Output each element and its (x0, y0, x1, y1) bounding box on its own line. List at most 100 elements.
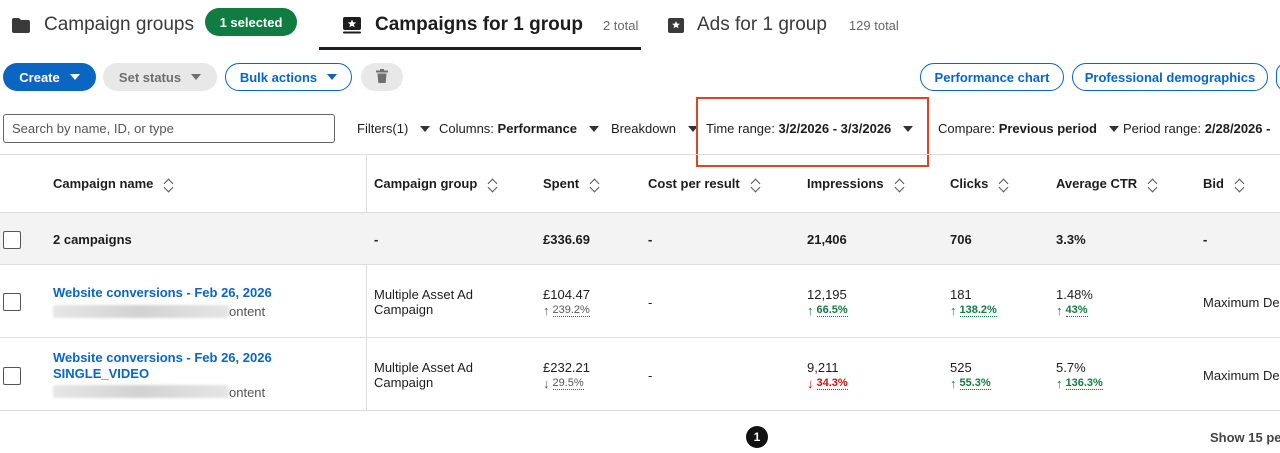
impressions-delta: ↑ 66.5% (807, 303, 848, 318)
columns-dropdown[interactable]: Columns: Performance (439, 114, 600, 143)
clicks-delta: ↑ 138.2% (950, 303, 997, 318)
row-checkbox[interactable] (3, 367, 21, 385)
breakdown-dropdown[interactable]: Breakdown (611, 114, 699, 143)
filters-label: Filters(1) (357, 121, 409, 136)
sort-icon (163, 177, 174, 192)
ad-icon (667, 17, 685, 33)
column-header-label: Impressions (807, 176, 884, 191)
chevron-down-icon (1108, 125, 1119, 132)
page-1-button[interactable]: 1 (746, 426, 768, 448)
selected-badge[interactable]: 1 selected (205, 8, 297, 36)
delta-value: 138.2% (959, 304, 997, 317)
summary-ctr: 3.3% (1056, 232, 1086, 247)
ctr-cell: 5.7% (1056, 360, 1086, 375)
performance-chart-label: Performance chart (934, 69, 1050, 85)
delta-value: 43% (1065, 304, 1088, 317)
create-button-label: Create (19, 69, 60, 85)
sort-icon (589, 177, 600, 192)
set-status-button[interactable]: Set status (103, 63, 217, 91)
column-header-spent[interactable]: Spent (543, 176, 600, 192)
delta-value: 136.3% (1065, 377, 1103, 390)
columns-value: Performance (497, 121, 578, 136)
campaign-subtitle: ontent (229, 385, 266, 400)
performance-chart-button[interactable]: Performance chart (920, 63, 1064, 91)
delta-value: 66.5% (816, 304, 848, 317)
tab-campaigns-label: Campaigns for 1 group (375, 14, 583, 35)
ctr-delta: ↑ 136.3% (1056, 376, 1103, 391)
create-button[interactable]: Create (3, 63, 96, 91)
tab-campaign-groups-label: Campaign groups (44, 14, 194, 35)
redacted-text (53, 305, 229, 318)
column-header-label: Spent (543, 176, 580, 191)
campaign-group-cell-line2: Campaign (374, 302, 434, 317)
row-border (0, 337, 1280, 338)
redacted-text (53, 385, 229, 398)
campaign-name-link[interactable]: Website conversions - Feb 26, 2026 (53, 350, 272, 365)
folder-icon (12, 17, 30, 33)
campaign-name-link-line2[interactable]: SINGLE_VIDEO (53, 366, 149, 381)
period-range-dropdown[interactable]: Period range: 2/28/2026 - (1123, 114, 1270, 143)
impressions-cell: 9,211 (807, 360, 839, 375)
bid-cell: Maximum Del (1203, 368, 1280, 383)
sort-icon (487, 177, 498, 192)
chevron-down-icon (589, 125, 600, 132)
column-header-campaign-name[interactable]: Campaign name (53, 176, 174, 192)
time-range-highlight (696, 97, 929, 167)
summary-clicks: 706 (950, 232, 972, 247)
summary-cost-per-result: - (648, 232, 653, 247)
campaign-name-link[interactable]: Website conversions - Feb 26, 2026 (53, 285, 272, 300)
column-header-cost-per-result[interactable]: Cost per result (648, 176, 761, 192)
compare-value: Previous period (998, 121, 1097, 136)
summary-row-bg (0, 213, 1280, 264)
tab-ads-count: 129 total (848, 17, 899, 33)
column-header-campaign-group[interactable]: Campaign group (374, 176, 498, 192)
sort-icon (894, 177, 905, 192)
professional-demographics-label: Professional demographics (1084, 69, 1256, 85)
period-range-label: Period range: (1123, 121, 1202, 136)
ctr-delta: ↑ 43% (1056, 303, 1088, 318)
campaign-group-cell: Multiple Asset Ad (374, 287, 473, 302)
tab-campaign-groups[interactable]: Campaign groups (12, 0, 194, 50)
columns-label: Columns: (439, 121, 494, 136)
row-checkbox[interactable] (3, 293, 21, 311)
select-all-checkbox[interactable] (3, 231, 21, 249)
summary-name: 2 campaigns (53, 232, 132, 247)
column-header-bid[interactable]: Bid (1203, 176, 1245, 192)
search-input[interactable] (3, 114, 335, 143)
row-border (0, 264, 1280, 265)
more-toolbar-button[interactable] (1276, 63, 1280, 91)
chevron-down-icon (420, 125, 431, 132)
column-header-clicks[interactable]: Clicks (950, 176, 1009, 192)
clicks-cell: 525 (950, 360, 972, 375)
row-border (0, 410, 1280, 411)
compare-dropdown[interactable]: Compare: Previous period (938, 114, 1119, 143)
breakdown-label: Breakdown (611, 121, 677, 136)
filters-dropdown[interactable]: Filters(1) (357, 114, 431, 143)
column-header-average-ctr[interactable]: Average CTR (1056, 176, 1158, 192)
bid-cell: Maximum Del (1203, 295, 1280, 310)
active-tab-indicator (319, 47, 641, 50)
summary-group: - (374, 232, 379, 247)
professional-demographics-button[interactable]: Professional demographics (1072, 63, 1268, 91)
trash-icon (376, 68, 388, 86)
column-header-impressions[interactable]: Impressions (807, 176, 905, 192)
campaign-group-cell-line2: Campaign (374, 375, 434, 390)
page-size-selector[interactable]: Show 15 pe (1210, 430, 1280, 445)
impressions-cell: 12,195 (807, 287, 847, 302)
bulk-actions-button[interactable]: Bulk actions (225, 63, 352, 91)
sort-icon (998, 177, 1009, 192)
column-header-label: Average CTR (1056, 176, 1138, 191)
tab-campaigns[interactable]: Campaigns for 1 group 2 total (343, 0, 638, 50)
column-header-label: Bid (1203, 176, 1224, 191)
delta-value: 239.2% (552, 304, 590, 317)
spent-cell: £232.21 (543, 360, 590, 375)
tab-ads[interactable]: Ads for 1 group 129 total (667, 0, 899, 50)
sort-icon (1234, 177, 1245, 192)
spent-delta: ↑ 239.2% (543, 303, 590, 318)
chevron-down-icon (69, 74, 80, 80)
tab-ads-label: Ads for 1 group (697, 14, 827, 35)
compare-label: Compare: (938, 121, 996, 136)
cost-per-result-cell: - (648, 368, 653, 383)
delete-button[interactable] (361, 63, 403, 91)
chevron-down-icon (191, 74, 202, 80)
